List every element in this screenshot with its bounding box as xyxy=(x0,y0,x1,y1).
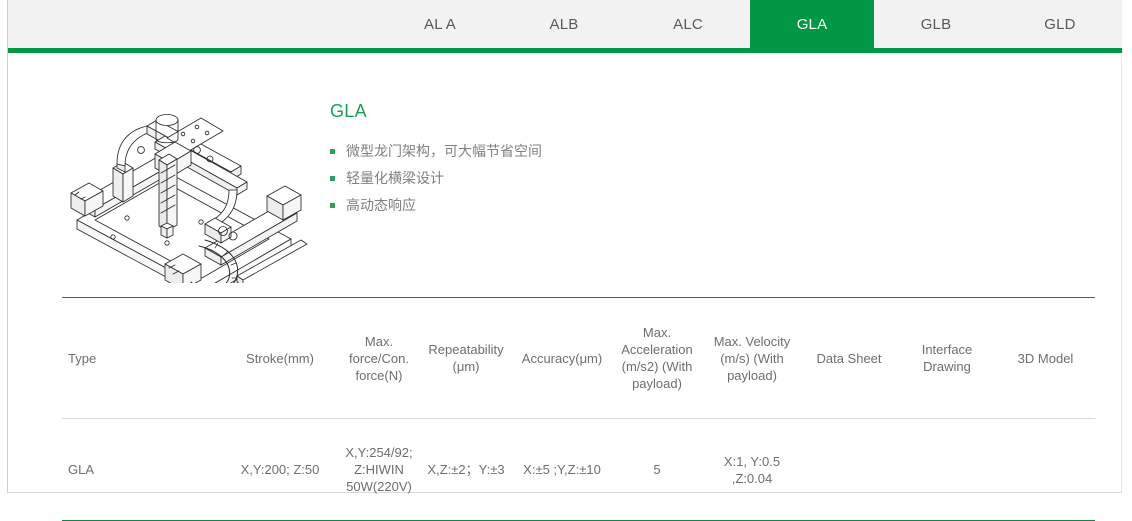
header-line: Max. xyxy=(642,325,672,340)
page-root: AL A ALB ALC GLA GLB GLD GLA 微型龙门架构，可大幅节… xyxy=(0,0,1132,521)
col-header-max-velocity: Max. Velocity (m/s) (With payload) xyxy=(704,298,800,419)
product-series-tabbar: AL A ALB ALC GLA GLB GLD xyxy=(8,0,1122,48)
header-line: payload) xyxy=(727,367,777,383)
table-header-row: Type Stroke(mm) Max. force/Con. force(N)… xyxy=(62,297,1095,419)
bullet-square-icon xyxy=(330,176,335,181)
col-header-data-sheet: Data Sheet xyxy=(800,298,898,419)
header-line: Data Sheet xyxy=(816,350,882,366)
tab-gla[interactable]: GLA xyxy=(750,0,874,48)
header-line: force/Con. xyxy=(349,350,409,366)
tab-alc[interactable]: ALC xyxy=(626,0,750,48)
tab-glb[interactable]: GLB xyxy=(874,0,998,48)
tab-al-a[interactable]: AL A xyxy=(378,0,502,48)
header-line: Acceleration xyxy=(621,342,693,357)
header-line: Max. Velocity xyxy=(713,333,791,349)
tab-label: GLA xyxy=(796,15,828,33)
col-header-max-acceleration: Max. Acceleration (m/s2) (With payload) xyxy=(610,298,704,419)
gantry-robot-line-drawing xyxy=(70,114,308,283)
header-line: Repeatability xyxy=(428,342,504,357)
tab-list: AL A ALB ALC GLA GLB GLD xyxy=(378,0,1122,48)
page-title: GLA xyxy=(330,101,367,121)
cell-max-velocity: X:1, Y:0.5 ,Z:0.04 xyxy=(704,419,800,521)
cell-max-force: X,Y:254/92; Z:HIWIN 50W(220V) xyxy=(340,419,418,521)
bullet-square-icon xyxy=(330,203,335,208)
header-line: Drawing xyxy=(923,359,971,374)
cell-line: 50W(220V) xyxy=(346,479,412,494)
feature-text: 轻量化横梁设计 xyxy=(346,170,444,186)
header-line: 3D Model xyxy=(1017,350,1074,366)
col-header-max-force: Max. force/Con. force(N) xyxy=(340,298,418,419)
table-header: Type Stroke(mm) Max. force/Con. force(N)… xyxy=(62,297,1095,419)
cell-line: ,Z:0.04 xyxy=(731,470,773,486)
cell-line: Z:HIWIN xyxy=(354,462,404,477)
header-line: (m/s) (With xyxy=(720,350,784,366)
cell-type: GLA xyxy=(68,462,95,477)
col-header-stroke: Stroke(mm) xyxy=(220,298,340,419)
header-line: (m/s2) (With xyxy=(621,359,693,374)
header-line: Type xyxy=(68,350,97,366)
cell-line: X:1, Y:0.5 xyxy=(723,453,781,469)
list-item: 微型龙门架构，可大幅节省空间 xyxy=(330,138,1030,165)
tab-gld[interactable]: GLD xyxy=(998,0,1122,48)
specification-table: Type Stroke(mm) Max. force/Con. force(N)… xyxy=(62,297,1095,521)
feature-list: 微型龙门架构，可大幅节省空间 轻量化横梁设计 高动态响应 xyxy=(330,138,1030,219)
tab-label: GLB xyxy=(920,15,952,33)
header-line: Interface xyxy=(921,342,973,357)
header-line: force(N) xyxy=(355,367,403,383)
tab-label: ALC xyxy=(673,15,703,33)
list-item: 高动态响应 xyxy=(330,192,1030,219)
header-line: payload) xyxy=(632,376,682,391)
col-header-interface-drawing: Interface Drawing xyxy=(898,298,996,419)
col-header-repeatability: Repeatability (μm) xyxy=(418,298,514,419)
tab-label: AL A xyxy=(424,15,456,33)
tab-label: GLD xyxy=(1044,15,1076,33)
cell-3d-model[interactable] xyxy=(996,419,1095,521)
col-header-accuracy: Accuracy(μm) xyxy=(514,298,610,419)
cell-data-sheet[interactable] xyxy=(800,419,898,521)
table-row: GLA X,Y:200; Z:50 X,Y:254/92; Z:HIWIN 50… xyxy=(62,418,1095,521)
cell-interface-drawing[interactable] xyxy=(898,419,996,521)
product-image xyxy=(55,98,320,283)
product-overview: GLA 微型龙门架构，可大幅节省空间 轻量化横梁设计 高动态响应 xyxy=(8,53,1122,288)
product-details: GLA 微型龙门架构，可大幅节省空间 轻量化横梁设计 高动态响应 xyxy=(330,101,1030,219)
tab-label: ALB xyxy=(549,15,579,33)
cell-line: X,Y:254/92; xyxy=(345,445,413,460)
header-line: Accuracy(μm) xyxy=(521,350,603,366)
col-header-3d-model: 3D Model xyxy=(996,298,1095,419)
cell-repeatability: X,Z:±2；Y:±3 xyxy=(427,462,505,477)
bullet-square-icon xyxy=(330,149,335,154)
tab-alb[interactable]: ALB xyxy=(502,0,626,48)
header-line: (μm) xyxy=(452,359,480,374)
specification-table-container: Type Stroke(mm) Max. force/Con. force(N)… xyxy=(62,297,1095,521)
cell-accuracy: X:±5 ;Y,Z:±10 xyxy=(523,462,601,477)
header-line: Stroke(mm) xyxy=(246,350,314,366)
list-item: 轻量化横梁设计 xyxy=(330,165,1030,192)
feature-text: 微型龙门架构，可大幅节省空间 xyxy=(346,143,542,159)
feature-text: 高动态响应 xyxy=(346,197,416,213)
header-line: Max. xyxy=(364,333,394,349)
col-header-type: Type xyxy=(62,298,220,419)
table-body: GLA X,Y:200; Z:50 X,Y:254/92; Z:HIWIN 50… xyxy=(62,418,1095,521)
cell-stroke: X,Y:200; Z:50 xyxy=(240,462,320,477)
cell-max-acceleration: 5 xyxy=(653,462,661,477)
